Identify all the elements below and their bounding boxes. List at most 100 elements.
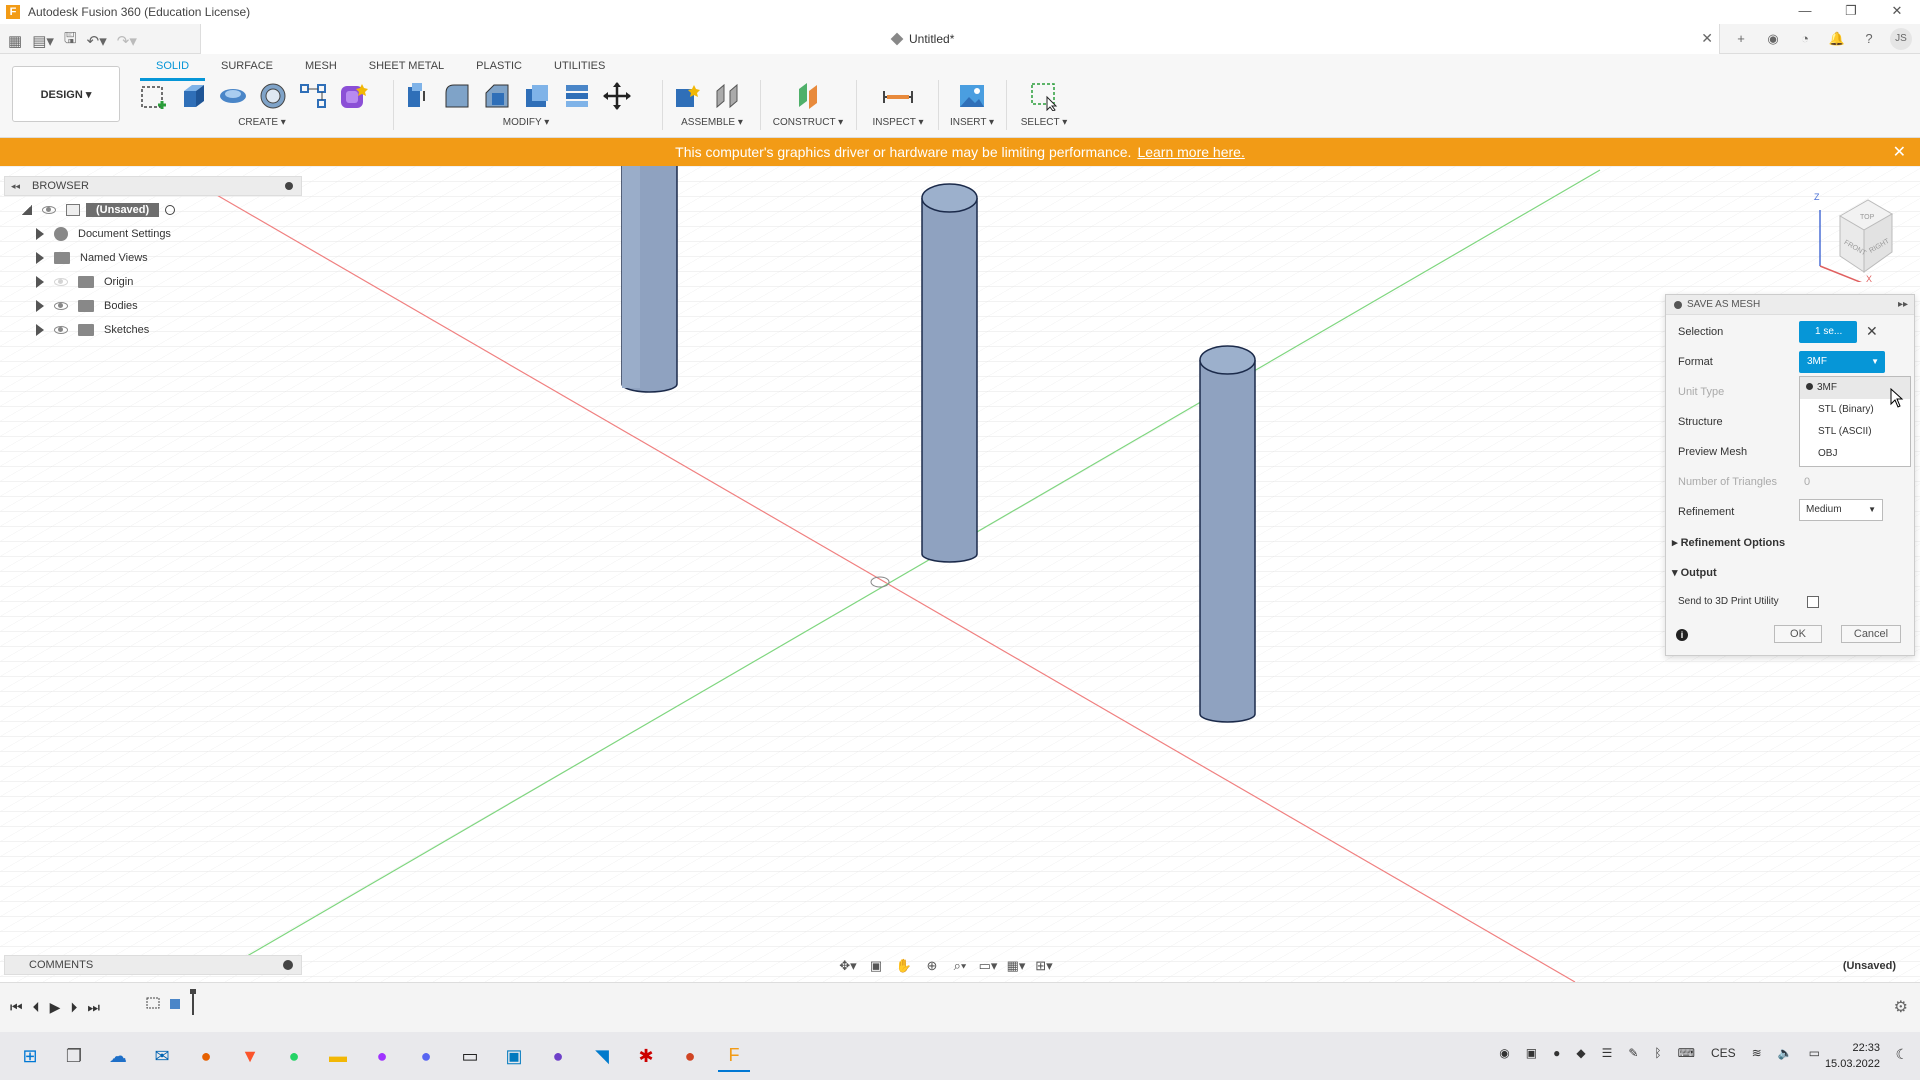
task-view-icon[interactable]: ❐ xyxy=(58,1040,90,1072)
display-settings-icon[interactable]: ▭▾ xyxy=(978,957,998,975)
output-section[interactable]: ▾ Output xyxy=(1672,566,1717,579)
save-icon[interactable]: 🖫 xyxy=(64,28,77,53)
form-icon[interactable] xyxy=(336,79,370,113)
inspect-menu[interactable]: INSPECT ▾ xyxy=(862,117,934,128)
tray-id-icon[interactable]: ▣ xyxy=(1526,1046,1537,1060)
tray-app-icon[interactable]: ◉ xyxy=(1499,1046,1509,1060)
format-select[interactable]: 3MF ▼ xyxy=(1799,351,1885,373)
root-component-label[interactable]: (Unsaved) xyxy=(86,203,160,217)
new-tab-icon[interactable]: + xyxy=(1730,28,1752,50)
browser-item-named-views[interactable]: Named Views xyxy=(4,246,302,270)
expand-icon[interactable] xyxy=(36,228,44,240)
fillet-icon[interactable] xyxy=(440,79,474,113)
powerpoint-icon[interactable]: ● xyxy=(674,1040,706,1072)
add-comment-icon[interactable] xyxy=(283,960,293,970)
timeline-sketch-icon[interactable] xyxy=(146,995,162,1011)
viewports-icon[interactable]: ⊞▾ xyxy=(1034,957,1054,975)
restore-button[interactable]: ❐ xyxy=(1828,0,1874,24)
browser-item-bodies[interactable]: Bodies xyxy=(4,294,302,318)
select-icon[interactable] xyxy=(1027,79,1061,113)
tray-tasks-icon[interactable]: ☰ xyxy=(1602,1046,1613,1060)
visibility-off-icon[interactable] xyxy=(54,278,68,286)
trello-icon[interactable]: ▣ xyxy=(498,1040,530,1072)
vscode-icon[interactable]: ◥ xyxy=(586,1040,618,1072)
mail-icon[interactable]: ✉ xyxy=(146,1040,178,1072)
avatar[interactable]: JS xyxy=(1890,28,1912,50)
timeline-marker[interactable] xyxy=(190,989,196,1015)
move-icon[interactable] xyxy=(600,79,634,113)
timeline-settings-icon[interactable]: ⚙ xyxy=(1894,997,1908,1017)
file-menu-icon[interactable]: ▤▾ xyxy=(32,32,54,50)
go-to-end-icon[interactable]: ⏭ xyxy=(87,999,100,1016)
view-cube[interactable]: TOP FRONT RIGHT Z X xyxy=(1810,186,1900,287)
defender-icon[interactable]: ◆ xyxy=(1576,1046,1585,1060)
help-icon[interactable]: ? xyxy=(1858,28,1880,50)
browser-root-row[interactable]: (Unsaved) xyxy=(4,198,302,222)
construct-menu[interactable]: CONSTRUCT ▾ xyxy=(766,117,850,128)
selection-button[interactable]: 1 se... xyxy=(1799,321,1857,343)
visibility-icon[interactable] xyxy=(42,206,56,214)
step-forward-icon[interactable]: ⏵ xyxy=(70,999,77,1016)
keyboard-icon[interactable]: ⌨ xyxy=(1678,1046,1695,1060)
fit-icon[interactable]: ⌕▾ xyxy=(950,957,970,975)
clear-selection-icon[interactable]: ✕ xyxy=(1866,323,1878,340)
pen-icon[interactable]: ✎ xyxy=(1628,1046,1638,1060)
onedrive-icon[interactable]: ☁ xyxy=(102,1040,134,1072)
timeline-extrude-icon[interactable] xyxy=(168,995,184,1011)
insert-image-icon[interactable] xyxy=(955,79,989,113)
close-document-icon[interactable]: ✕ xyxy=(1701,30,1713,47)
refinement-select[interactable]: Medium ▼ xyxy=(1799,499,1883,521)
ok-button[interactable]: OK xyxy=(1774,625,1822,643)
extrude-icon[interactable] xyxy=(176,79,210,113)
file-explorer-icon[interactable]: ▬ xyxy=(322,1040,354,1072)
orbit-icon[interactable]: ✥▾ xyxy=(838,957,858,975)
pattern-icon[interactable] xyxy=(296,79,330,113)
document-tab[interactable]: Untitled* ✕ xyxy=(200,24,1720,54)
job-status-icon[interactable]: ◔ xyxy=(1794,28,1816,50)
chamfer-icon[interactable] xyxy=(480,79,514,113)
fusion360-taskbar-icon[interactable]: F xyxy=(718,1040,750,1072)
notifications-icon[interactable]: 🔔 xyxy=(1826,28,1848,50)
comments-panel[interactable]: COMMENTS xyxy=(4,955,302,975)
press-pull-icon[interactable] xyxy=(400,79,434,113)
pan-icon[interactable]: ✋ xyxy=(894,957,914,975)
joint-icon[interactable] xyxy=(710,79,744,113)
language-indicator[interactable]: CES xyxy=(1711,1046,1736,1060)
chrome-icon[interactable]: ● xyxy=(1553,1046,1560,1060)
collapse-dialog-icon[interactable] xyxy=(1674,300,1682,309)
visibility-icon[interactable] xyxy=(54,326,68,334)
firefox-icon[interactable]: ● xyxy=(190,1040,222,1072)
undo-icon[interactable]: ↶▾ xyxy=(87,32,107,50)
messenger-icon[interactable]: ● xyxy=(366,1040,398,1072)
look-at-icon[interactable]: ▣ xyxy=(866,957,886,975)
browser-item-origin[interactable]: Origin xyxy=(4,270,302,294)
combine-icon[interactable] xyxy=(560,79,594,113)
grid-settings-icon[interactable]: ▦▾ xyxy=(1006,957,1026,975)
clock[interactable]: 22:33 15.03.2022 xyxy=(1825,1040,1880,1072)
close-window-button[interactable]: ✕ xyxy=(1874,0,1920,24)
volume-icon[interactable]: 🔈 xyxy=(1778,1046,1793,1060)
step-back-icon[interactable]: ⏴ xyxy=(33,999,40,1016)
autodesk-app-icon[interactable]: ✱ xyxy=(630,1040,662,1072)
visibility-icon[interactable] xyxy=(54,302,68,310)
format-option-stl-ascii[interactable]: STL (ASCII) xyxy=(1800,421,1910,443)
collapse-root-icon[interactable] xyxy=(22,205,32,215)
expand-dialog-icon[interactable]: ▸▸ xyxy=(1898,299,1908,310)
go-to-start-icon[interactable]: ⏮ xyxy=(10,999,23,1016)
collapse-browser-icon[interactable]: ◂◂ xyxy=(11,181,20,192)
expand-icon[interactable] xyxy=(36,324,44,336)
learn-more-link[interactable]: Learn more here. xyxy=(1137,144,1244,160)
revolve-icon[interactable] xyxy=(216,79,250,113)
new-component-icon[interactable] xyxy=(670,79,704,113)
battery-icon[interactable]: ▭ xyxy=(1809,1046,1820,1060)
whatsapp-icon[interactable]: ● xyxy=(278,1040,310,1072)
select-menu[interactable]: SELECT ▾ xyxy=(1012,117,1076,128)
redo-icon[interactable]: ↷▾ xyxy=(117,32,137,50)
expand-icon[interactable] xyxy=(36,300,44,312)
wifi-icon[interactable]: ≋ xyxy=(1752,1046,1762,1060)
github-icon[interactable]: ● xyxy=(542,1040,574,1072)
terminal-icon[interactable]: ▭ xyxy=(454,1040,486,1072)
focus-assist-icon[interactable]: ☾ xyxy=(1895,1046,1908,1063)
browser-item-sketches[interactable]: Sketches xyxy=(4,318,302,342)
insert-menu[interactable]: INSERT ▾ xyxy=(944,117,1000,128)
